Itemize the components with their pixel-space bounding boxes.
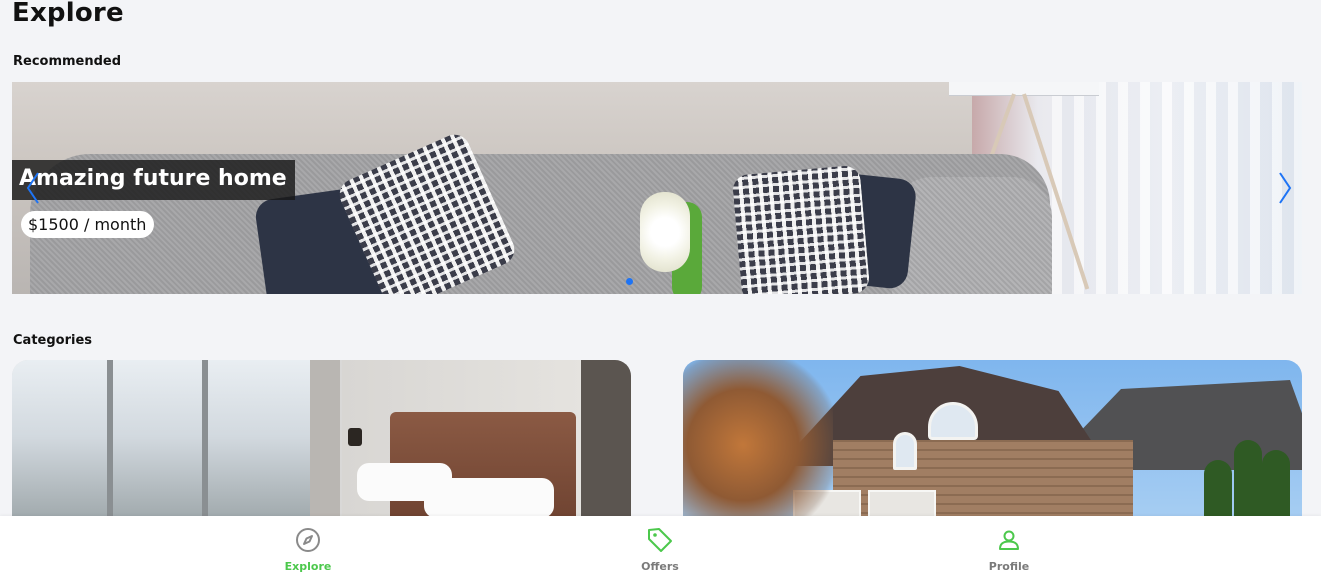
carousel-dot[interactable] [626, 278, 633, 285]
nav-label-explore: Explore [284, 560, 332, 573]
price-badge: $1500 / month [21, 211, 155, 238]
page-title: Explore [12, 0, 124, 28]
chevron-left-icon [26, 172, 39, 204]
tag-icon [646, 526, 674, 554]
nav-label-offers: Offers [641, 560, 679, 573]
chevron-right-icon [1279, 172, 1292, 204]
carousel-prev-button[interactable] [22, 170, 44, 206]
recommended-heading: Recommended [13, 54, 122, 69]
compass-icon [294, 526, 322, 554]
category-card-apartment[interactable] [12, 360, 631, 530]
nav-item-offers[interactable]: Offers [600, 526, 720, 576]
nav-item-profile[interactable]: Profile [949, 526, 1069, 576]
category-card-house[interactable] [683, 360, 1302, 530]
listing-title[interactable]: Amazing future home [12, 160, 295, 200]
category-image [12, 360, 312, 530]
carousel-pagination [626, 278, 633, 286]
recommended-carousel[interactable]: Amazing future home $1500 / month [12, 82, 1302, 294]
explore-page: Explore Recommended Amazing future home … [0, 0, 1321, 580]
nav-label-profile: Profile [988, 560, 1030, 573]
bottom-navigation: Explore Offers Profile [0, 516, 1321, 580]
carousel-next-button[interactable] [1274, 170, 1296, 206]
categories-heading: Categories [13, 333, 93, 348]
nav-item-explore[interactable]: Explore [248, 526, 368, 576]
person-icon [995, 526, 1023, 554]
